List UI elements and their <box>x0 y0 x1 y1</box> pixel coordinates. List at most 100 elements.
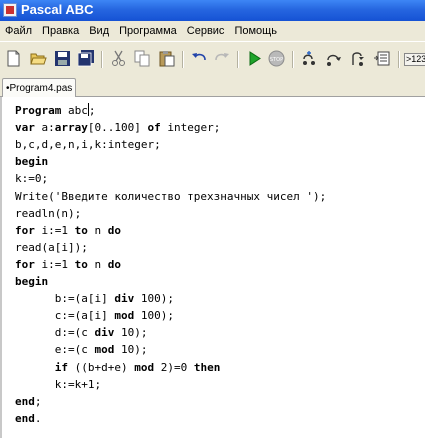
new-file-icon[interactable] <box>5 50 22 67</box>
menu-program[interactable]: Программа <box>114 21 182 41</box>
code-keyword: to <box>74 223 88 237</box>
code-editor[interactable]: Program abc; var a:array[0..100] of integ… <box>0 97 425 438</box>
code-line: begin <box>15 153 48 170</box>
code-line: end. <box>15 410 42 427</box>
code-line: read(a[i]); <box>15 239 88 256</box>
toolbar-separator <box>398 51 400 68</box>
code-text: n <box>87 257 108 271</box>
redo-icon[interactable] <box>213 50 230 67</box>
code-line: readln(n); <box>15 205 81 222</box>
stop-icon[interactable]: STOP <box>268 50 285 67</box>
code-text: integer; <box>160 121 221 135</box>
code-line: b:=(a[i] div 100); <box>15 290 174 307</box>
step-into-icon[interactable] <box>301 50 318 67</box>
code-text: c:=(a[i] <box>15 309 115 323</box>
code-keyword: array <box>54 121 88 135</box>
menu-view[interactable]: Вид <box>84 21 114 41</box>
code-line: Program abc; <box>15 102 95 119</box>
pascal-app-icon[interactable] <box>3 3 17 17</box>
code-keyword: end <box>15 411 35 425</box>
tab-program4[interactable]: •Program4.pas <box>2 78 77 97</box>
code-text: 10); <box>114 343 148 357</box>
code-text: 2)=0 <box>154 360 194 374</box>
undo-icon[interactable] <box>191 50 208 67</box>
code-line: for i:=1 to n do <box>15 222 121 239</box>
code-line: k:=k+1; <box>15 376 101 393</box>
step-out-icon[interactable] <box>349 50 366 67</box>
code-keyword: var <box>15 121 35 135</box>
title-bar: Pascal ABC <box>0 0 425 21</box>
code-text: ; <box>34 394 42 408</box>
code-text: abc <box>61 104 88 117</box>
code-text: k:=0; <box>15 172 49 186</box>
code-keyword: mod <box>94 343 115 357</box>
svg-text:STOP: STOP <box>270 57 283 63</box>
window-title: Pascal ABC <box>21 2 94 17</box>
code-keyword: do <box>107 257 121 271</box>
code-keyword: if <box>54 360 68 374</box>
code-text: i:=1 <box>34 223 75 237</box>
code-line: e:=(c mod 10); <box>15 341 148 358</box>
output-window-icon[interactable] <box>373 50 390 67</box>
code-keyword: begin <box>15 275 49 288</box>
code-text: b:=(a[i] <box>15 292 115 306</box>
cut-icon[interactable] <box>110 50 127 67</box>
code-text: a: <box>34 121 55 135</box>
code-line: var a:array[0..100] of integer; <box>15 119 220 136</box>
code-line: c:=(a[i] mod 100); <box>15 307 174 324</box>
menu-help[interactable]: Помощь <box>229 21 282 41</box>
run-icon[interactable] <box>246 50 263 67</box>
code-text: b,c,d,e,n,i,k:integer; <box>15 138 161 152</box>
code-line: Write('Введите количество трехзначных чи… <box>15 188 326 205</box>
code-line: b,c,d,e,n,i,k:integer; <box>15 136 161 153</box>
code-text: . <box>34 411 42 425</box>
code-text: 10); <box>114 326 148 340</box>
code-text: readln(n); <box>15 206 82 220</box>
toolbar-separator <box>182 51 184 68</box>
code-keyword: for <box>15 223 35 237</box>
code-text: Write('Введите количество трехзначных чи… <box>15 189 327 203</box>
code-line: d:=(c div 10); <box>15 324 148 341</box>
code-keyword: end <box>15 394 35 408</box>
code-keyword: to <box>74 257 88 271</box>
code-keyword: for <box>15 257 35 271</box>
copy-icon[interactable] <box>134 50 151 67</box>
menu-file[interactable]: Файл <box>0 21 37 41</box>
code-line: begin <box>15 273 48 290</box>
code-line: for i:=1 to n do <box>15 256 121 273</box>
code-keyword: do <box>107 223 121 237</box>
code-text: ((b+d+e) <box>68 360 135 374</box>
toolbar-overflow-button[interactable]: >123 <box>404 53 425 66</box>
code-keyword: div <box>94 326 115 340</box>
open-folder-icon[interactable] <box>30 50 47 67</box>
menu-bar: Файл Правка Вид Программа Сервис Помощь <box>0 21 425 41</box>
menu-service[interactable]: Сервис <box>182 21 230 41</box>
code-text: k:=k+1; <box>15 377 102 391</box>
code-text: n <box>87 223 108 237</box>
code-line: end; <box>15 393 42 410</box>
code-text: read(a[i]); <box>15 240 88 254</box>
code-keyword: Program <box>15 104 62 117</box>
step-over-icon[interactable] <box>325 50 342 67</box>
code-text: 100); <box>134 292 174 306</box>
toolbar-separator <box>237 51 239 68</box>
code-line: if ((b+d+e) mod 2)=0 then <box>15 359 221 376</box>
code-keyword: div <box>114 292 135 306</box>
paste-icon[interactable] <box>158 50 175 67</box>
code-keyword: begin <box>15 155 49 169</box>
toolbar-separator <box>101 51 103 68</box>
code-text: ; <box>88 104 96 117</box>
code-keyword: of <box>147 121 161 135</box>
menu-edit[interactable]: Правка <box>37 21 84 41</box>
code-keyword: then <box>193 360 221 374</box>
save-icon[interactable] <box>54 50 71 67</box>
code-text: [0..100] <box>87 121 148 135</box>
code-text: i:=1 <box>34 257 75 271</box>
tab-strip: •Program4.pas <box>0 75 425 97</box>
save-all-icon[interactable] <box>78 50 95 67</box>
code-keyword: mod <box>114 309 135 323</box>
code-text: 100); <box>134 309 174 323</box>
code-text: d:=(c <box>15 326 95 340</box>
code-line: k:=0; <box>15 170 48 187</box>
